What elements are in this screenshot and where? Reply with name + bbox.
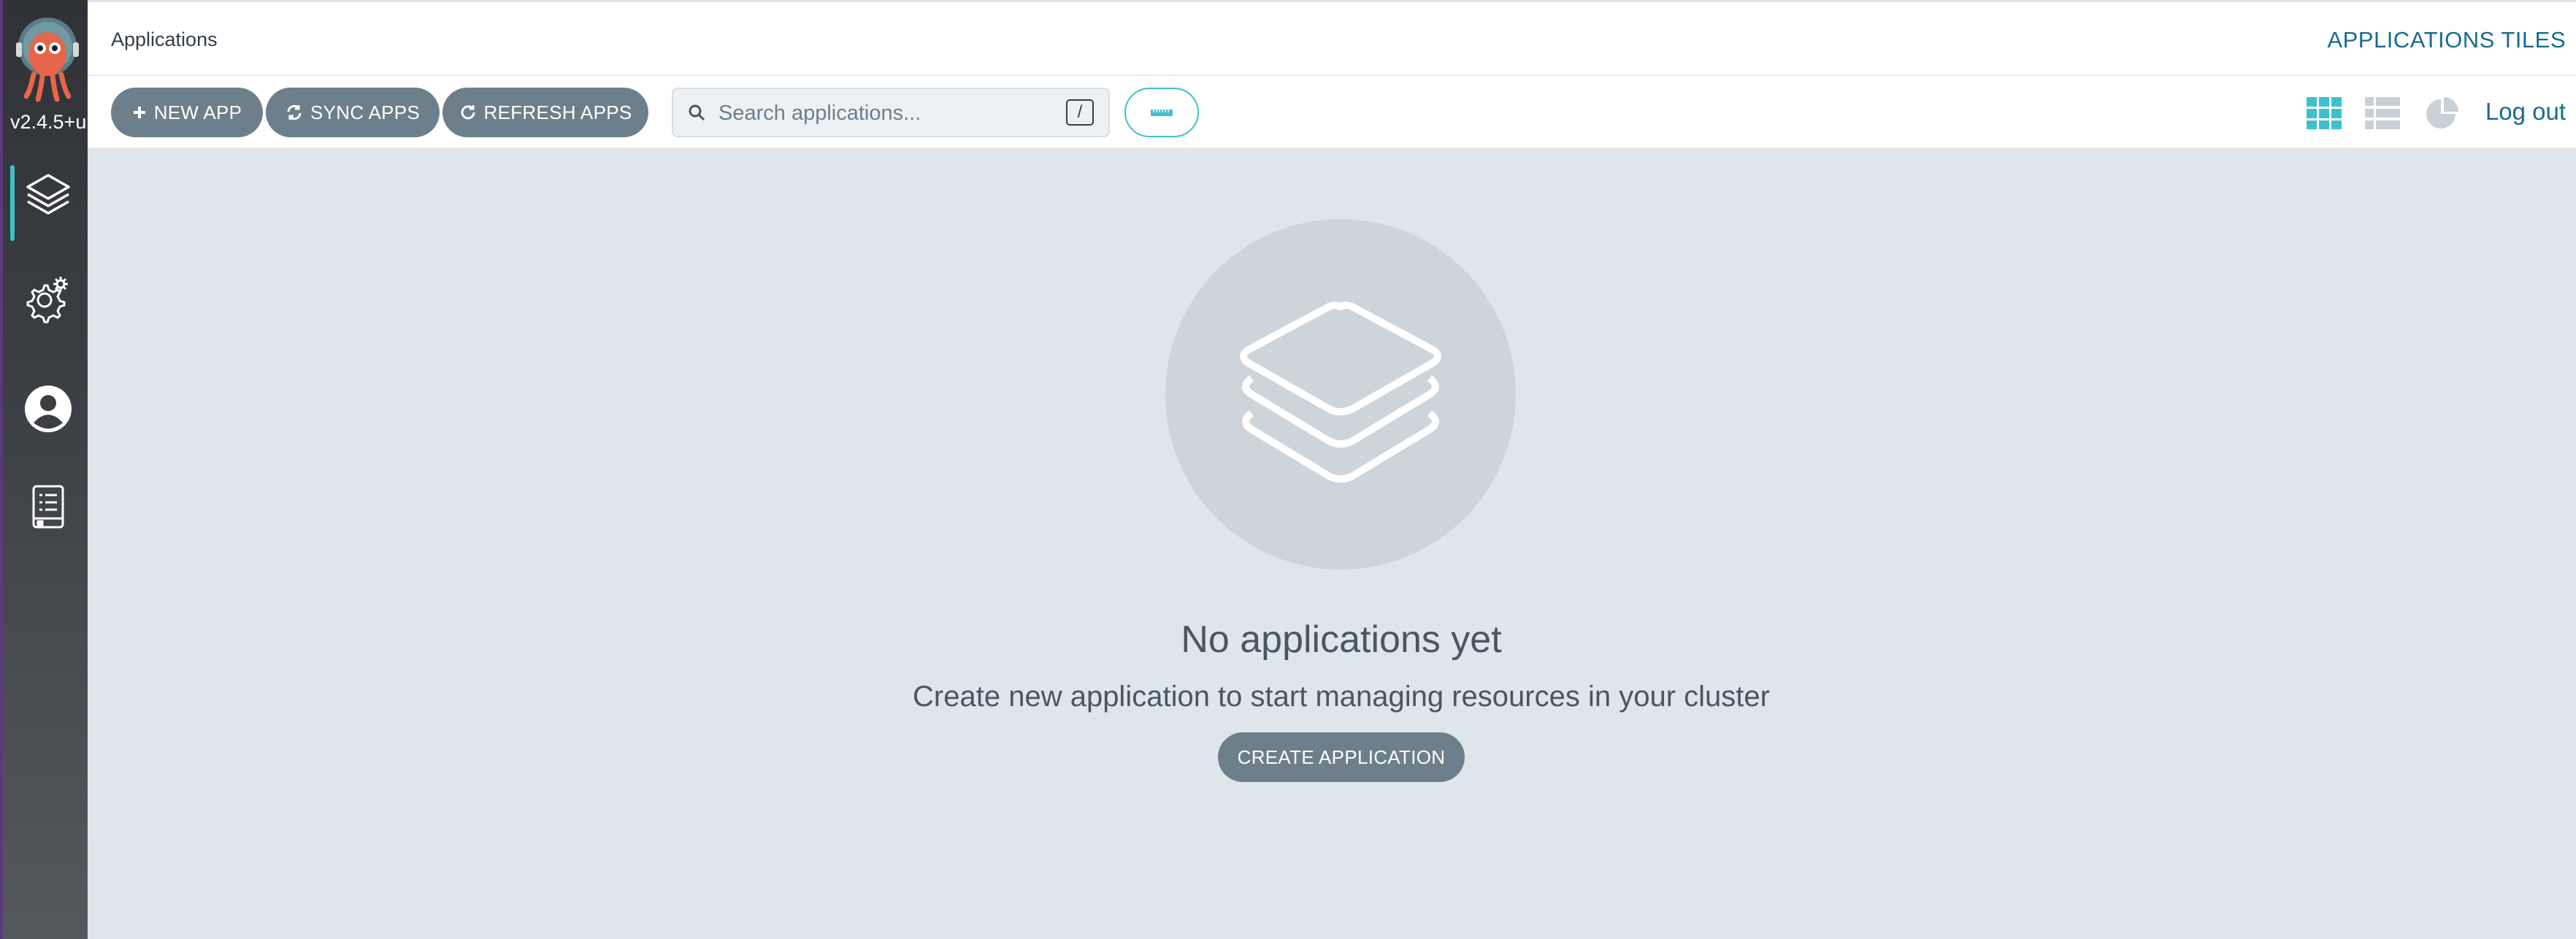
breadcrumb[interactable]: Applications — [111, 28, 218, 51]
layers-icon — [26, 174, 70, 215]
new-app-button[interactable]: NEW APP — [111, 88, 263, 137]
layers-icon — [1240, 302, 1441, 483]
plus-icon — [132, 105, 147, 120]
sync-icon — [285, 104, 303, 121]
list-view-icon[interactable] — [2364, 96, 2401, 130]
search-shortcut-hint: / — [1066, 99, 1094, 126]
app-root: v2.4.5+u Applications APPLICATIONS TILES… — [0, 0, 2576, 939]
create-application-button[interactable]: CREATE APPLICATION — [1218, 732, 1465, 782]
tiles-view-icon[interactable] — [2306, 96, 2342, 130]
search-icon — [688, 104, 705, 125]
sidebar-item-user-info[interactable] — [13, 374, 83, 444]
refresh-apps-button[interactable]: REFRESH APPS — [442, 88, 648, 137]
sync-apps-button[interactable]: SYNC APPS — [266, 88, 440, 137]
user-icon — [25, 386, 72, 432]
page-title: APPLICATIONS TILES — [2327, 27, 2566, 53]
ruler-icon — [1151, 110, 1173, 116]
search-input[interactable] — [717, 96, 1056, 130]
new-app-label: NEW APP — [153, 101, 242, 123]
refresh-icon — [459, 104, 477, 121]
sidebar-item-applications[interactable] — [13, 161, 83, 231]
empty-state-subtitle: Create new application to start managing… — [913, 681, 1770, 713]
argo-logo[interactable] — [12, 16, 83, 102]
empty-state-illustration — [1165, 219, 1516, 570]
filters-toggle-button[interactable] — [1124, 88, 1199, 137]
sidebar: v2.4.5+u — [0, 0, 88, 939]
top-header: Applications APPLICATIONS TILES — [88, 0, 2576, 76]
sync-apps-label: SYNC APPS — [310, 101, 421, 123]
empty-state-title: No applications yet — [1181, 618, 1502, 661]
refresh-apps-label: REFRESH APPS — [483, 101, 632, 123]
summary-pie-icon[interactable] — [2424, 96, 2461, 130]
logout-link[interactable]: Log out — [2485, 98, 2566, 126]
sidebar-item-docs[interactable] — [13, 472, 83, 542]
docs-icon — [32, 485, 64, 529]
version-label: v2.4.5+u — [10, 111, 87, 133]
toolbar: NEW APP SYNC APPS REFRESH APPS Search ap… — [88, 76, 2576, 149]
sidebar-item-settings[interactable] — [13, 263, 83, 333]
search-box[interactable]: / — [672, 88, 1110, 137]
gear-icon — [26, 277, 68, 323]
